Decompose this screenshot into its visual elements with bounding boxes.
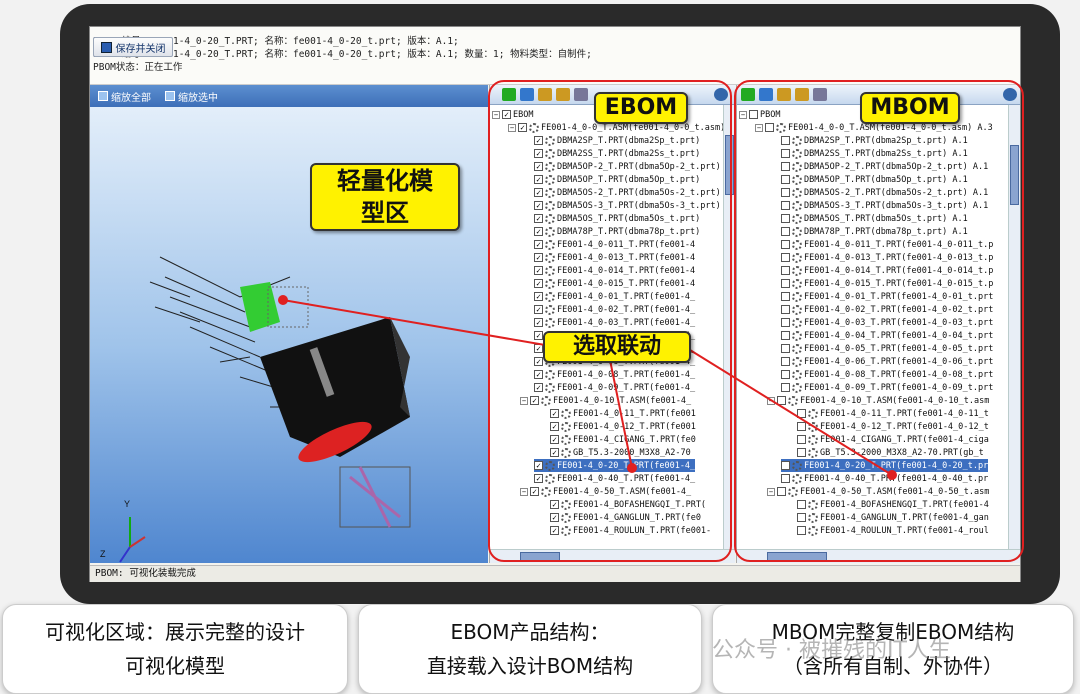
caption-visualization-line2: 可视化模型 [125,654,225,678]
ebom-tag: EBOM [594,92,688,124]
caption-visualization-line1: 可视化区域：展示完整的设计 [45,620,305,644]
caption-ebom-line1: EBOM产品结构： [450,620,610,644]
mbom-highlight-frame [734,80,1024,562]
selection-link-tag: 选取联动 [543,331,691,363]
watermark: 公众号 · 被摧残的IT人生 [712,638,951,663]
caption-ebom: EBOM产品结构： 直接载入设计BOM结构 [358,604,702,694]
mbom-tag: MBOM [860,92,960,124]
caption-visualization: 可视化区域：展示完整的设计 可视化模型 [2,604,348,694]
caption-ebom-line2: 直接载入设计BOM结构 [426,654,634,678]
lightweight-model-tag: 轻量化模型区 [310,163,460,231]
ebom-highlight-frame [488,80,732,562]
